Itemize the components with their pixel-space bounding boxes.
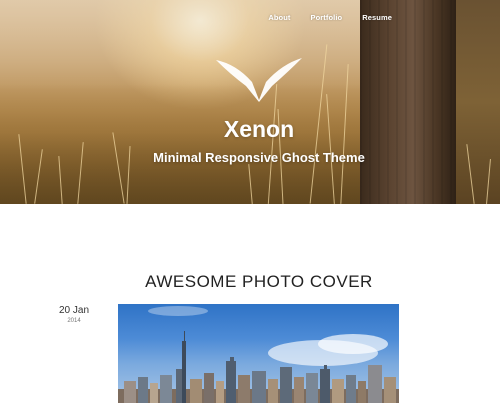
main-nav: About Portfolio Resume (248, 13, 392, 22)
hero-header: About Portfolio Resume Xenon Minimal Res… (0, 0, 500, 204)
post-date-year: 2014 (67, 318, 81, 324)
site-description: Minimal Responsive Ghost Theme (153, 150, 365, 165)
post-title[interactable]: AWESOME PHOTO COVER (0, 272, 500, 292)
post-date: 20 Jan 2014 (52, 305, 96, 324)
tree-bark-texture (360, 0, 456, 204)
post-date-day: 20 Jan (58, 305, 90, 316)
nav-item-resume[interactable]: Resume (362, 13, 392, 22)
background-trees (456, 0, 500, 204)
bird-wings-logo-icon[interactable] (214, 56, 304, 102)
nav-item-about[interactable]: About (268, 13, 290, 22)
site-title[interactable]: Xenon (0, 116, 500, 143)
post-cover-image[interactable] (118, 304, 399, 403)
nav-item-portfolio[interactable]: Portfolio (310, 13, 342, 22)
